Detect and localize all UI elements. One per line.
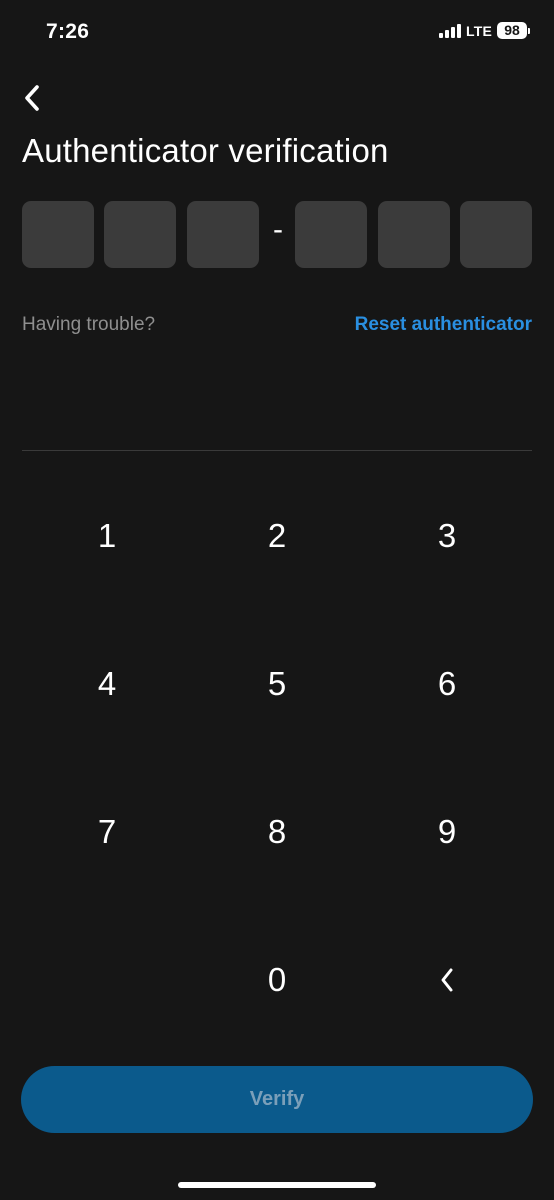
- trouble-text: Having trouble?: [22, 314, 156, 335]
- home-indicator[interactable]: [178, 1182, 376, 1188]
- backspace-key[interactable]: [362, 906, 532, 1054]
- key-3[interactable]: 3: [362, 462, 532, 610]
- verify-button[interactable]: Verify: [21, 1066, 533, 1133]
- code-digit-5[interactable]: [378, 201, 450, 268]
- code-digit-6[interactable]: [460, 201, 532, 268]
- code-input[interactable]: -: [22, 201, 533, 268]
- key-empty: [22, 906, 192, 1054]
- code-digit-3[interactable]: [187, 201, 259, 268]
- battery-icon: 98: [497, 22, 530, 39]
- key-1[interactable]: 1: [22, 462, 192, 610]
- status-indicators: LTE 98: [438, 22, 530, 39]
- key-9[interactable]: 9: [362, 758, 532, 906]
- chevron-left-icon: [25, 85, 39, 111]
- code-separator: -: [273, 213, 283, 246]
- battery-tip: [528, 27, 530, 34]
- page-title: Authenticator verification: [22, 132, 389, 169]
- key-8[interactable]: 8: [192, 758, 362, 906]
- code-digit-1[interactable]: [22, 201, 94, 268]
- numeric-keypad: 1 2 3 4 5 6 7 8 9 0: [22, 462, 532, 1054]
- status-bar: 7:26 LTE 98: [0, 0, 554, 66]
- signal-strength-icon: [438, 23, 461, 38]
- key-7[interactable]: 7: [22, 758, 192, 906]
- key-6[interactable]: 6: [362, 610, 532, 758]
- code-digit-2[interactable]: [104, 201, 176, 268]
- back-button[interactable]: [12, 76, 52, 120]
- key-0[interactable]: 0: [192, 906, 362, 1054]
- key-5[interactable]: 5: [192, 610, 362, 758]
- battery-level: 98: [497, 22, 527, 39]
- chevron-left-icon: [441, 968, 453, 992]
- status-time: 7:26: [46, 20, 90, 43]
- divider: [22, 450, 532, 451]
- reset-authenticator-link[interactable]: Reset authenticator: [355, 314, 532, 336]
- code-digit-4[interactable]: [295, 201, 367, 268]
- network-type: LTE: [465, 22, 492, 39]
- key-4[interactable]: 4: [22, 610, 192, 758]
- key-2[interactable]: 2: [192, 462, 362, 610]
